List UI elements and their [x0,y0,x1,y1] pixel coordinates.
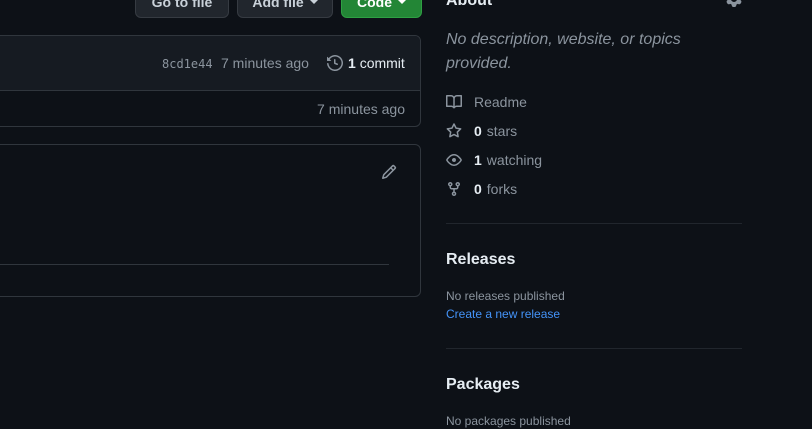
watching-count: 1 [474,152,482,168]
stars-label: stars [486,123,518,139]
commit-count-label: commit [359,55,405,71]
readme-label: Readme [474,94,527,110]
pencil-icon[interactable] [381,164,397,180]
no-packages-text: No packages published [446,414,571,428]
go-to-file-button[interactable]: Go to file [135,0,229,18]
repo-page: Go to file Add file Code 8cd1e44 7 minut… [0,0,812,429]
forks-link[interactable]: 0 forks [446,180,517,198]
commit-time: 7 minutes ago [221,55,309,71]
add-file-button[interactable]: Add file [237,0,333,18]
code-button[interactable]: Code [341,0,422,18]
file-row-time: 7 minutes ago [317,101,405,117]
create-release-link[interactable]: Create a new release [446,307,560,321]
book-icon [446,94,462,109]
commit-count: 1 [348,55,356,71]
about-heading: About [446,0,493,9]
stars-count: 0 [474,123,482,139]
history-icon [327,55,343,71]
sidebar-divider [446,348,742,349]
readme-box [0,144,421,297]
readme-divider [0,264,389,265]
readme-link[interactable]: Readme [446,93,527,111]
commit-hash-link[interactable]: 8cd1e44 [162,57,213,71]
gear-icon[interactable] [726,0,742,7]
forks-label: forks [486,181,518,197]
caret-down-icon [398,0,406,4]
eye-icon [446,154,462,166]
no-releases-text: No releases published [446,289,565,303]
star-icon [446,123,462,138]
stars-link[interactable]: 0 stars [446,122,517,140]
file-list-box: 8cd1e44 7 minutes ago 1 commit 7 minutes… [0,35,421,127]
sidebar-divider [446,223,742,224]
forks-count: 0 [474,181,482,197]
releases-heading[interactable]: Releases [446,251,515,269]
add-file-label: Add file [252,0,304,10]
watchers-link[interactable]: 1 watching [446,151,542,169]
about-description: No description, website, or topics provi… [446,31,681,72]
latest-commit-bar: 8cd1e44 7 minutes ago 1 commit [0,36,420,91]
packages-heading[interactable]: Packages [446,376,520,394]
caret-down-icon [309,0,318,4]
commit-history-link[interactable]: 1 commit [327,55,405,71]
watching-label: watching [486,152,543,168]
code-label: Code [357,0,392,10]
fork-icon [448,182,460,197]
go-to-file-label: Go to file [151,0,213,10]
